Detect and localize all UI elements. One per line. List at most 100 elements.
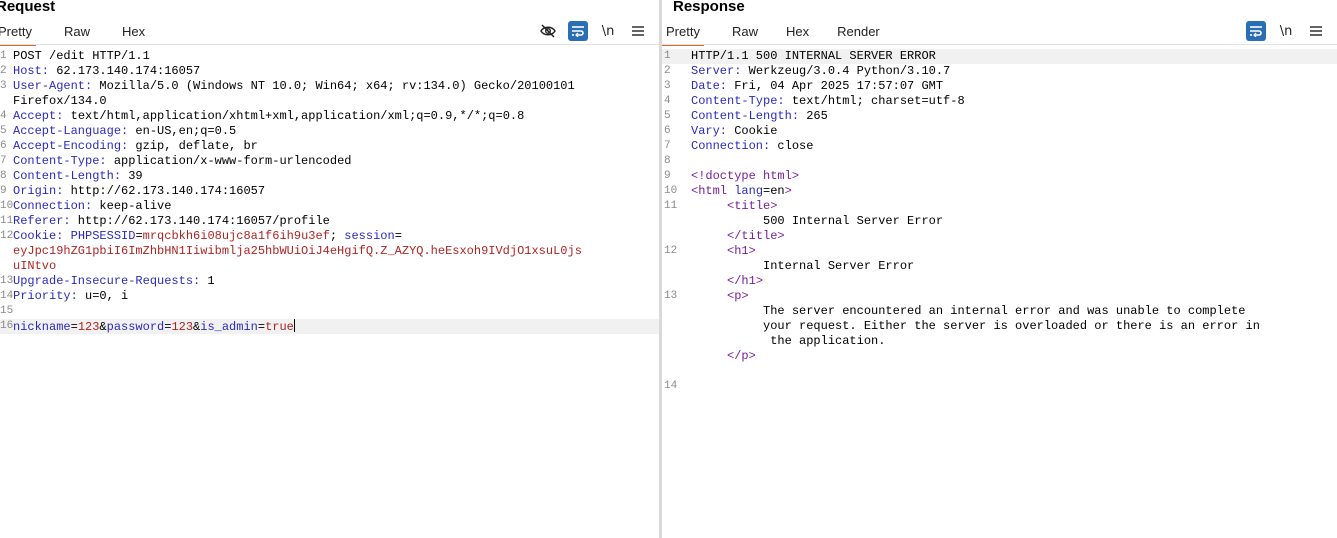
line-number: 12 (664, 245, 678, 257)
response-code-line: your request. Either the server is overl… (662, 319, 1337, 334)
response-tabs: Pretty Raw Hex Render (662, 22, 880, 46)
code-token: application/x-www-form-urlencoded (106, 154, 352, 168)
code-token: Content-Length: (13, 169, 122, 183)
code-token: Werkzeug/3.0.4 Python/3.10.7 (741, 64, 951, 78)
code-token: The server encountered an internal error… (691, 304, 1246, 318)
code-token: <h1> (727, 244, 756, 258)
code-text: Date: Fri, 04 Apr 2025 17:57:07 GMT (691, 79, 943, 94)
line-number: 9 (664, 170, 671, 182)
hamburger-menu-icon[interactable] (628, 21, 648, 41)
request-code-line: 16 nickname=123&password=123&is_admin=tru… (0, 319, 659, 334)
code-token: Server: (691, 64, 742, 78)
request-tab-hex[interactable]: Hex (122, 22, 145, 44)
code-token: Cookie: (13, 229, 64, 243)
request-code-line: 2 Host: 62.173.140.174:16057 (0, 64, 659, 79)
code-token: http://62.173.140.174:16057/profile (70, 214, 330, 228)
code-token: uINtvo (13, 259, 57, 273)
code-text: Referer: http://62.173.140.174:16057/pro… (13, 214, 330, 229)
request-toolbar: \n (528, 21, 648, 41)
code-token: <title> (727, 199, 778, 213)
line-number: 4 (664, 95, 671, 107)
code-token: gzip, deflate, br (128, 139, 258, 153)
newline-toggle-icon[interactable]: \n (1276, 21, 1296, 41)
line-number: 7 (664, 140, 671, 152)
request-code-line: 4 Accept: text/html,application/xhtml+xml… (0, 109, 659, 124)
code-text: Cookie: PHPSESSID=mrqcbkh6i08ujc8a1f6ih9… (13, 229, 402, 244)
code-token: <p> (727, 289, 749, 303)
response-code-line: 3 Date: Fri, 04 Apr 2025 17:57:07 GMT (662, 79, 1337, 94)
line-number: 5 (0, 125, 7, 137)
code-token: 123 (77, 320, 100, 334)
code-text: eyJpc19hZG1pbiI6ImZhbHN1Iiwibmlja25hbWUi… (13, 244, 582, 259)
code-text: Firefox/134.0 (13, 94, 107, 109)
response-code-line: 6 Vary: Cookie (662, 124, 1337, 139)
request-tab-pretty[interactable]: Pretty (0, 22, 36, 46)
code-token: your request. Either the server is overl… (691, 319, 1260, 333)
code-text: <title> (691, 199, 777, 214)
line-number: 11 (664, 200, 678, 212)
code-token: Accept-Encoding: (13, 139, 129, 153)
code-token: Accept-Language: (13, 124, 129, 138)
code-text: 500 Internal Server Error (691, 214, 943, 229)
response-code-line: 500 Internal Server Error (662, 214, 1337, 229)
line-number: 10 (664, 185, 678, 197)
response-tab-hex[interactable]: Hex (786, 22, 809, 44)
response-pane: Response Pretty Raw Hex Render \n 1 HTTP/… (662, 0, 1337, 538)
line-number: 1 (0, 50, 7, 62)
response-code-line: 9 <!doctype html> (662, 169, 1337, 184)
line-number: 1 (664, 50, 671, 62)
response-code-line: the application. (662, 334, 1337, 349)
code-token: Content-Type: (13, 154, 107, 168)
code-token: > (784, 184, 792, 198)
line-number: 9 (0, 185, 7, 197)
response-code-line: </h1> (662, 274, 1337, 289)
request-editor[interactable]: 1 POST /edit HTTP/1.1 2 Host: 62.173.140.17… (0, 49, 659, 334)
code-token: Mozilla/5.0 (Windows NT 10.0; Win64; x64… (92, 79, 575, 93)
code-token: session (344, 229, 395, 243)
code-token: Date: (691, 79, 728, 93)
request-tabs: Pretty Raw Hex (0, 22, 145, 46)
code-token: </h1> (727, 274, 764, 288)
response-code-line: 8 (662, 154, 1337, 169)
newline-toggle-icon[interactable]: \n (598, 21, 618, 41)
code-token: http://62.173.140.174:16057 (63, 184, 266, 198)
line-number: 15 (0, 305, 14, 317)
code-text: the application. (691, 334, 885, 349)
wrap-lines-icon[interactable] (1246, 21, 1266, 41)
line-number: 14 (664, 380, 678, 392)
request-code-line: 10 Connection: keep-alive (0, 199, 659, 214)
code-text: </h1> (691, 274, 763, 289)
response-tabbar-divider (662, 44, 1337, 45)
response-code-line: 5 Content-Length: 265 (662, 109, 1337, 124)
line-number: 10 (0, 200, 14, 212)
response-tab-render[interactable]: Render (837, 22, 880, 44)
code-token: en-US,en;q=0.5 (128, 124, 237, 138)
code-text: nickname=123&password=123&is_admin=true (13, 319, 295, 335)
request-code-line: 14 Priority: u=0, i (0, 289, 659, 304)
request-code-line: 3 User-Agent: Mozilla/5.0 (Windows NT 10.… (0, 79, 659, 94)
response-code-line: </title> (662, 229, 1337, 244)
line-number: 6 (664, 125, 671, 137)
response-code-line: 4 Content-Type: text/html; charset=utf-8 (662, 94, 1337, 109)
code-text: Server: Werkzeug/3.0.4 Python/3.10.7 (691, 64, 950, 79)
code-token: the application. (691, 334, 886, 348)
code-token: Vary: (691, 124, 728, 138)
wrap-lines-icon[interactable] (568, 21, 588, 41)
request-code-line: 9 Origin: http://62.173.140.174:16057 (0, 184, 659, 199)
code-token: Connection: (691, 139, 771, 153)
hamburger-menu-icon[interactable] (1306, 21, 1326, 41)
code-token: text/html; charset=utf-8 (784, 94, 965, 108)
request-tab-raw[interactable]: Raw (64, 22, 90, 44)
response-tab-raw[interactable]: Raw (732, 22, 758, 44)
response-tab-pretty[interactable]: Pretty (662, 22, 704, 46)
request-code-line: 11 Referer: http://62.173.140.174:16057/p… (0, 214, 659, 229)
request-code-line: uINtvo (0, 259, 659, 274)
response-viewer[interactable]: 1 HTTP/1.1 500 INTERNAL SERVER ERROR 2 Serv… (662, 49, 1337, 394)
response-code-line: 11 <title> (662, 199, 1337, 214)
code-token: & (99, 320, 107, 334)
code-token: Accept: (13, 109, 64, 123)
code-text: Internal Server Error (691, 259, 914, 274)
eye-slash-icon[interactable] (538, 21, 558, 41)
